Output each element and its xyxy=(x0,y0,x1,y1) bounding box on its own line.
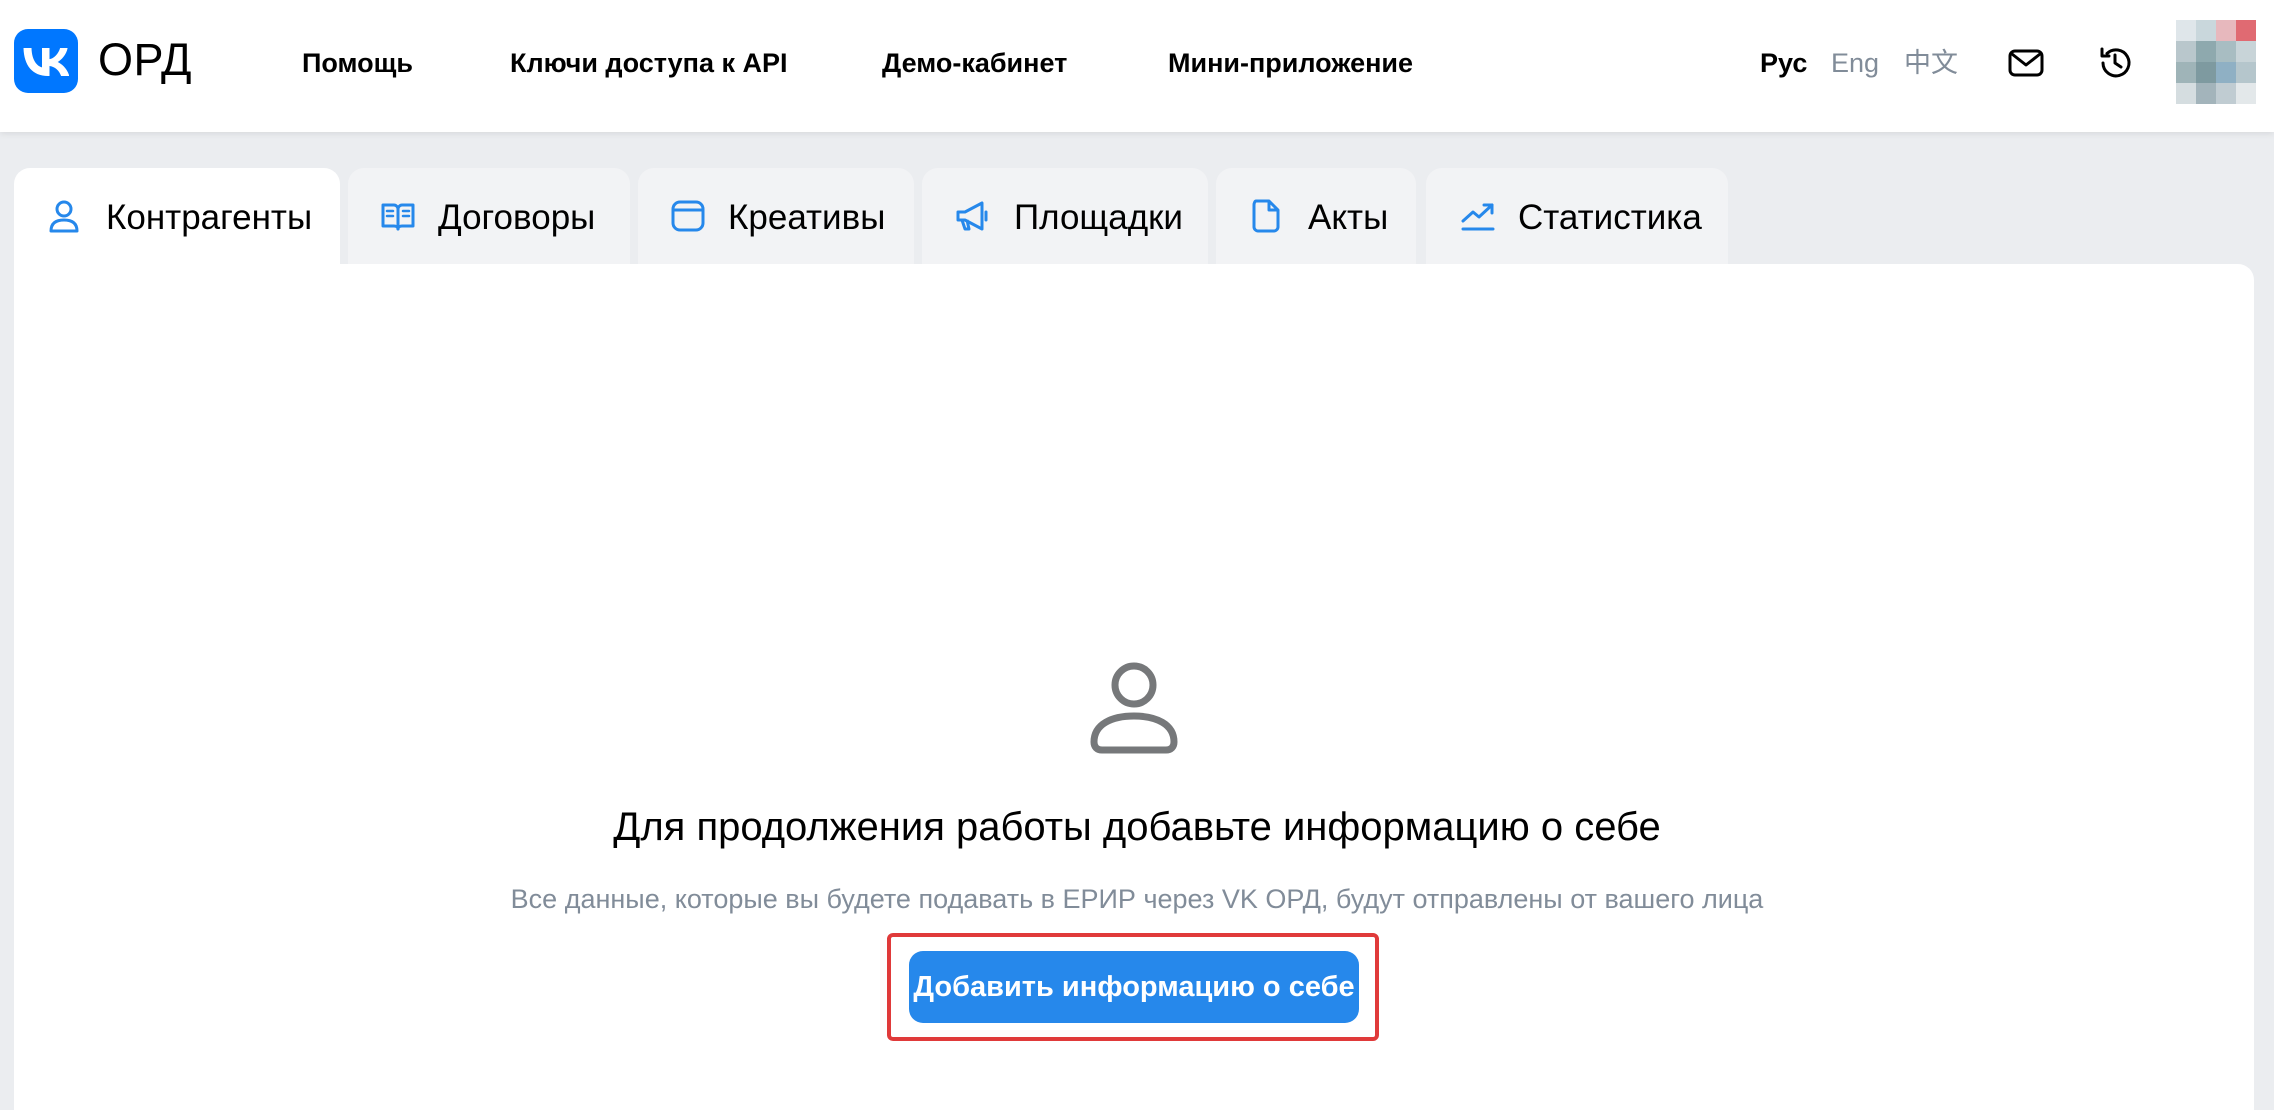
user-icon xyxy=(46,198,82,234)
tab-label: Креативы xyxy=(728,198,886,237)
tab-label: Контрагенты xyxy=(106,198,313,237)
lang-en[interactable]: Eng xyxy=(1831,46,1879,80)
lang-zh[interactable]: 中文 xyxy=(1904,46,1958,80)
tab-label: Площадки xyxy=(1014,198,1183,237)
user-avatar[interactable] xyxy=(2176,20,2256,104)
tab-acts[interactable]: Акты xyxy=(1216,168,1416,264)
nav-api-keys[interactable]: Ключи доступа к API xyxy=(510,46,788,80)
empty-state-title: Для продолжения работы добавьте информац… xyxy=(613,805,1661,849)
history-icon[interactable] xyxy=(2096,44,2134,82)
tab-creatives[interactable]: Креативы xyxy=(638,168,914,264)
nav-help[interactable]: Помощь xyxy=(302,46,413,80)
add-self-info-button[interactable]: Добавить информацию о себе xyxy=(909,951,1359,1023)
empty-state-subtitle: Все данные, которые вы будете подавать в… xyxy=(510,884,1764,914)
app-title[interactable]: ОРД xyxy=(98,34,192,86)
nav-mini-app[interactable]: Мини-приложение xyxy=(1168,46,1413,80)
tab-label: Акты xyxy=(1308,198,1389,237)
megaphone-icon xyxy=(954,198,990,234)
tab-statistics[interactable]: Статистика xyxy=(1426,168,1728,264)
tab-label: Договоры xyxy=(438,198,596,237)
user-outline-icon xyxy=(1086,660,1182,756)
tab-platforms[interactable]: Площадки xyxy=(922,168,1208,264)
vk-logo-icon[interactable] xyxy=(14,29,78,93)
lang-ru[interactable]: Рус xyxy=(1760,46,1807,80)
mail-icon[interactable] xyxy=(2007,44,2045,82)
tab-label: Статистика xyxy=(1518,198,1702,237)
nav-demo-cabinet[interactable]: Демо-кабинет xyxy=(882,46,1067,80)
window-icon xyxy=(670,198,706,234)
top-header: ОРД Помощь Ключи доступа к API Демо-каби… xyxy=(0,0,2274,132)
document-icon xyxy=(1248,198,1284,234)
trend-chart-icon xyxy=(1460,198,1496,234)
tab-contracts[interactable]: Договоры xyxy=(348,168,630,264)
book-icon xyxy=(380,198,416,234)
tab-counterparties[interactable]: Контрагенты xyxy=(14,168,340,264)
